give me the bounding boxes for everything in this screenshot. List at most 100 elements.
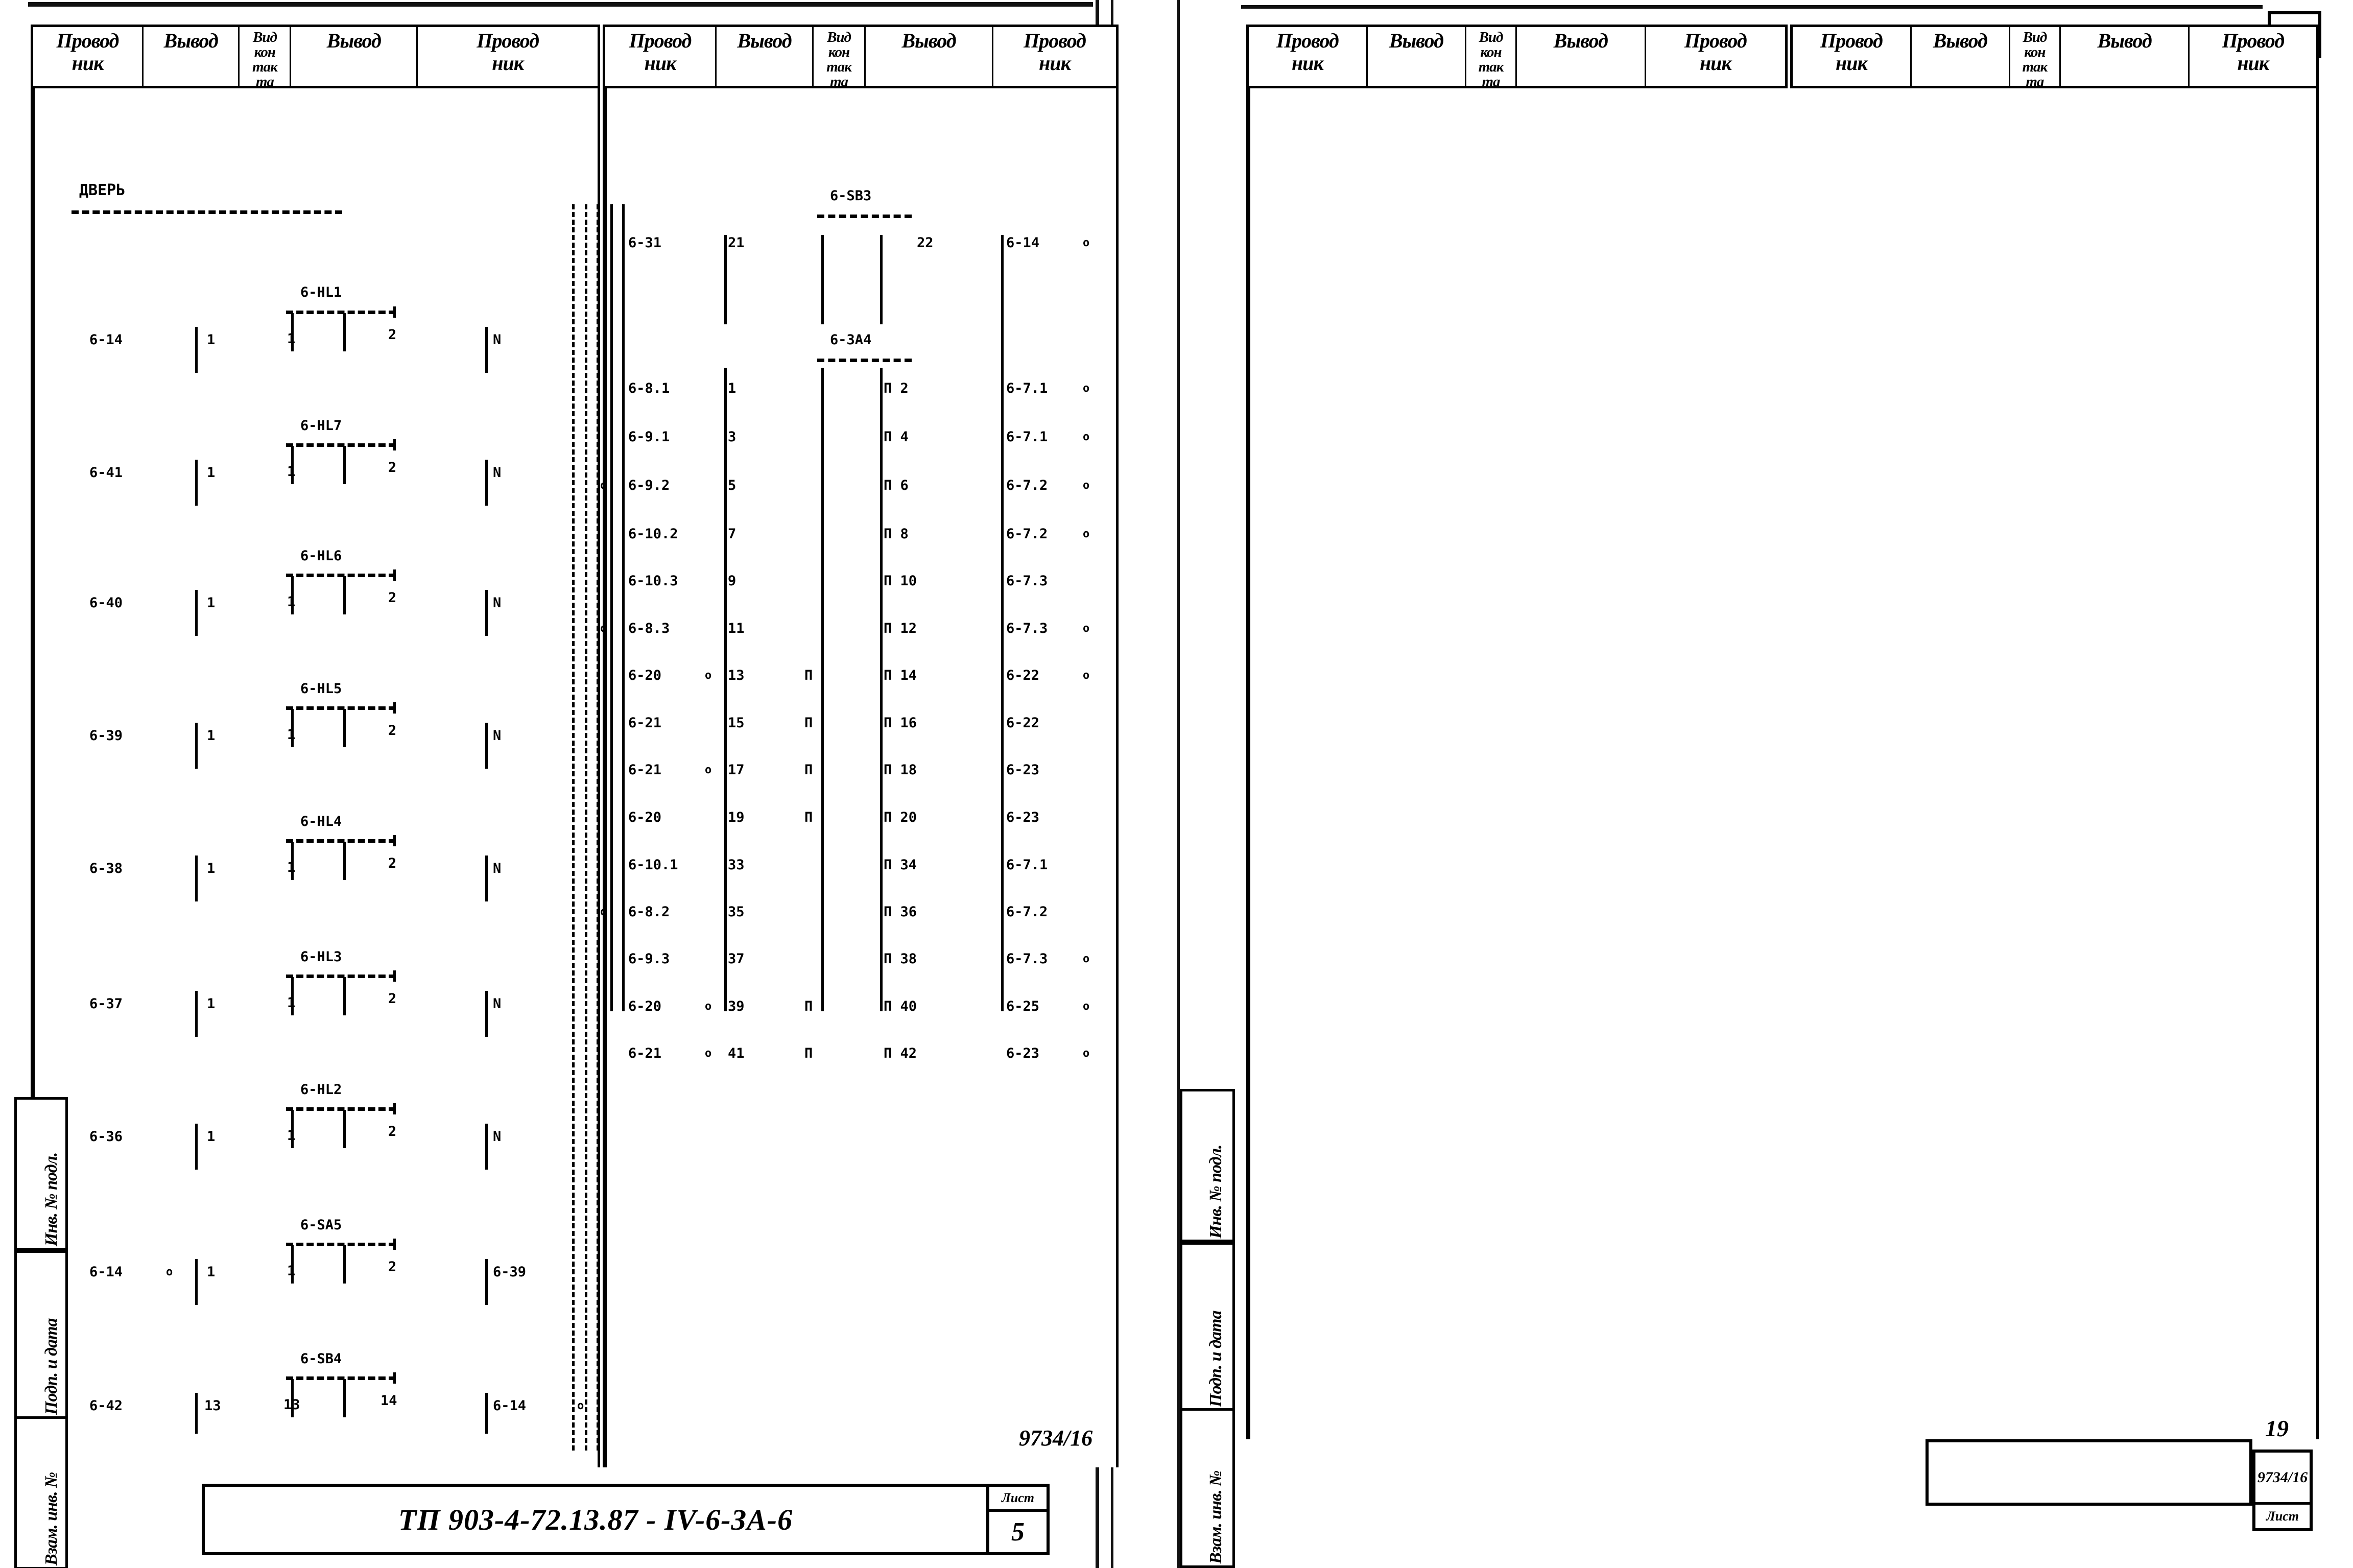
row-pin-left: 1 [207,332,216,348]
margin-label-vzam-inv: Взам. инв. № [1206,1470,1225,1564]
header-col-conductor: Провод ник [33,27,144,86]
device-terminal-tick [393,835,396,846]
row-conductor-a: 6-9.1 [628,429,670,445]
header-label-line2: ник [1039,52,1071,75]
header-label-line1: Вид [827,29,851,45]
row-pin-right: N [493,465,502,481]
device-terminal-tick [393,1103,396,1114]
bus-dashed-line [572,204,575,1451]
header-label-line1: Вывод [901,29,956,52]
bus-dashed-line [585,204,587,1451]
row-pin-right: 6-14 [493,1398,527,1414]
header-label-line1: Вид [252,29,277,45]
row-mark-right: o [1083,669,1090,682]
device-label: 6-HL4 [300,814,342,829]
row-pin-left: 1 [207,465,216,481]
device-terminal-2: 2 [388,723,397,739]
title-block: ТП 903-4-72.13.87 - IV-6-ЗА-6 Лист 5 [202,1484,1050,1555]
header-label-line1: Вывод [2097,29,2152,52]
row-conductor-b: 6-7.1 [1006,429,1048,445]
bus-tick [724,368,727,1011]
row-pin-left: 1 [207,996,216,1012]
row-pin-right: N [493,332,502,348]
row-terminal-b: П 6 [884,478,909,493]
margin-label-vzam-inv: Взам. инв. № [42,1472,61,1565]
header-label-line1: Вывод [1553,29,1608,52]
device-frame-top [817,215,912,218]
sheet-number: 5 [1011,1517,1025,1547]
row-conductor-b: 6-7.3 [1006,951,1048,967]
row-pin-right: N [493,996,502,1012]
row-mark-right: o [1083,1047,1090,1060]
header-label-line2: ник [72,52,104,75]
row-terminal-a: 35 [728,904,745,920]
bus-dashed-line [597,204,599,1451]
row-conductor-b: 6-14 [1006,235,1040,251]
row-mark-right: o [1083,236,1090,249]
row-pin-bar [195,327,198,373]
row-pin-left: 1 [207,1129,216,1145]
right-table-body [1246,88,2319,1439]
row-conductor-a: 6-8.2 [628,904,670,920]
row-terminal-a: 17 [728,762,745,778]
row-conductor-left: 6-41 [89,465,123,481]
row-terminal-a: 7 [728,526,736,542]
header-label-line3: так [252,59,278,75]
header-label-line4: та [255,74,274,90]
device-label: 6-SA5 [300,1217,342,1233]
row-pin-left: 1 [207,728,216,744]
device-frame-top [286,706,396,710]
row-conductor-b: 6-7.1 [1006,857,1048,873]
row-conductor-a: 6-9.2 [628,478,670,493]
row-conductor-b: 6-7.3 [1006,621,1048,636]
row-terminal-b: П 4 [884,429,909,445]
header-label-line3: так [1478,59,1504,75]
row-mark-right: o [1083,431,1090,443]
row-pin-left: 1 [207,1264,216,1280]
row-mark-left: o [705,1047,712,1060]
device-terminal-tick [343,977,346,1015]
device-terminal-tick [343,446,346,484]
right-sheet-number-stub: 9734/16 Лист [2252,1450,2313,1531]
sheet-label: Лист [989,1487,1047,1512]
header-label-line1: Провод [629,29,692,52]
row-terminal-a: 33 [728,857,745,873]
header-label-line2: кон [2024,44,2046,60]
row-terminal-b: П 14 [884,668,917,683]
device-terminal-2: 2 [388,856,397,871]
row-conductor-b: 6-7.3 [1006,573,1048,589]
row-pin-left: 13 [204,1398,221,1414]
header-label-line2: кон [1480,44,1502,60]
header-col-contact-type: Вид кон так та [814,27,866,89]
header-label-line1: Провод [1024,29,1086,52]
header-label-line1: Вывод [1933,29,1988,52]
header-label-line3: так [826,59,852,75]
sheet-top-rule [1241,5,2263,9]
row-conductor-left: 6-38 [89,861,123,876]
device-terminal-tick [343,1110,346,1148]
title-block-sheet-cell: Лист 5 [986,1487,1047,1552]
device-terminal-2: 2 [388,1259,397,1275]
row-conductor-left: 6-36 [89,1129,123,1145]
row-terminal-a: 19 [728,810,745,825]
row-conductor-a: 6-8.3 [628,621,670,636]
header-label-line1: Провод [1276,29,1339,52]
row-conductor-b: 6-22 [1006,668,1040,683]
device-terminal-tick [393,439,396,450]
device-terminal-2: 2 [388,460,397,476]
right-sheet-label: Лист [2266,1509,2299,1524]
row-conductor-a: 6-21 [628,762,662,778]
row-conductor-a: 6-21 [628,1046,662,1061]
row-conductor-b: 6-23 [1006,810,1040,825]
row-conductor-b: 6-7.2 [1006,526,1048,542]
row-pin-bar [195,856,198,901]
row-conductor-a: 6-8.1 [628,381,670,396]
row-contact-kind: П [804,762,813,778]
row-terminal-b: П 20 [884,810,917,825]
row-contact-kind: П [804,715,813,731]
row-terminal-a: 21 [728,235,745,251]
header-col-conductor: Провод ник [1249,27,1368,86]
row-terminal-a: 13 [728,668,745,683]
device-terminal-tick [343,709,346,747]
header-label-line1: Вид [1479,29,1504,45]
